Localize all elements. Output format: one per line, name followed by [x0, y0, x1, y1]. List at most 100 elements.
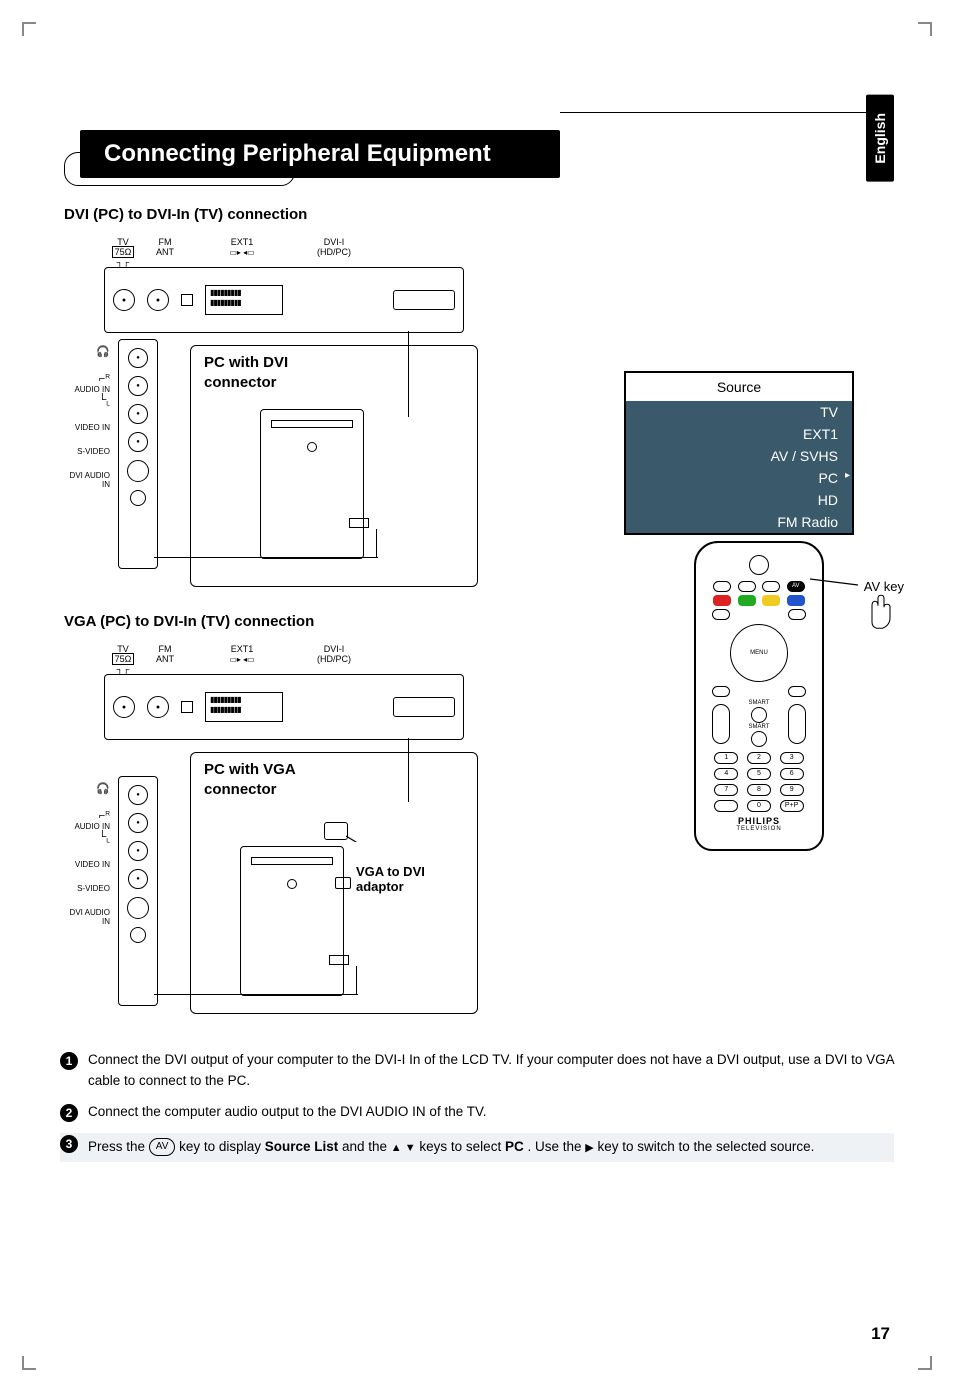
num-1: 1: [714, 752, 738, 764]
adaptor-label: VGA to DVI adaptor: [356, 864, 456, 894]
osd-item-avsvhs: AV / SVHS: [626, 445, 852, 467]
antenna-icon-2: ┐┌: [117, 664, 130, 674]
num-8: 8: [747, 784, 771, 796]
headphone-icon: 🎧: [62, 345, 110, 358]
headphone-icon-2: 🎧: [62, 782, 110, 795]
headphone-jack-icon-2: [128, 785, 148, 805]
dvii-label: DVI-I (HD/PC): [304, 237, 364, 267]
remote-mid-row: [710, 609, 808, 620]
pc-box-1-label: PC with DVI connector: [204, 353, 354, 392]
red-button: [713, 595, 731, 606]
right-arrow-icon: ▶: [585, 1142, 593, 1154]
remote-subbrand: TELEVISION: [704, 826, 814, 832]
dvi-audio-label-2: DVI AUDIO IN: [62, 908, 110, 926]
step-3-text: Press the AV key to display Source List …: [88, 1139, 814, 1154]
adaptor-callout-line: [346, 832, 416, 842]
num-0: 0: [747, 800, 771, 812]
step-number-3: 3: [60, 1135, 78, 1153]
misc-port-icon-2: [181, 701, 193, 713]
coax-port-icon: [113, 289, 135, 311]
diagram-1: TV 75Ω ┐┌ FM ANT EXT1 ▭▸ ◂▭ DVI-I (HD/PC…: [60, 231, 480, 599]
svideo-jack-icon: [127, 460, 149, 482]
misc-port-icon: [181, 294, 193, 306]
num-extra1: [714, 800, 738, 812]
pc-audio-out-icon-2: [329, 955, 349, 965]
s3d: keys to select: [419, 1139, 505, 1154]
num-6: 6: [780, 768, 804, 780]
osd-title: Source: [626, 373, 852, 401]
fm-port-icon: [147, 289, 169, 311]
yellow-button: [762, 595, 780, 606]
pc-drive-icon: [271, 420, 353, 428]
callout-line: [810, 569, 870, 589]
video-jack-icon: [128, 432, 148, 452]
scart-port-icon: [205, 285, 283, 315]
video-in-label: VIDEO IN: [62, 423, 110, 432]
step-3: 3 Press the AV key to display Source Lis…: [60, 1133, 894, 1162]
video-jack-icon-2: [128, 869, 148, 889]
tv-back-panel-2: [104, 674, 464, 740]
up-down-arrow-icon: ▲ ▼: [391, 1142, 416, 1154]
pc-vga-out-icon: [335, 877, 351, 889]
s3e: . Use the: [527, 1139, 585, 1154]
step-1-text: Connect the DVI output of your computer …: [88, 1052, 894, 1088]
smart-btn-icon: [751, 707, 767, 723]
numeric-keypad: 1 2 3 4 5 6 7 8 9 0 P+P: [712, 752, 806, 812]
remote-brand: PHILIPS: [704, 816, 814, 826]
num-pp: P+P: [780, 800, 804, 812]
remote-btn-ml: [712, 686, 730, 697]
ext1-label: EXT1 ▭▸ ◂▭: [190, 237, 294, 267]
dvi-port-icon: [393, 290, 455, 310]
svideo-label-2: S-VIDEO: [62, 884, 110, 893]
manual-page: English Connecting Peripheral Equipment …: [0, 0, 954, 1392]
osd-item-ext1: EXT1: [626, 423, 852, 445]
page-title: Connecting Peripheral Equipment: [80, 130, 560, 178]
dvi-port-icon-2: [393, 697, 455, 717]
av-button: AV: [787, 581, 805, 592]
dvi-audio-label: DVI AUDIO IN: [62, 471, 110, 489]
osd-item-pc: PC: [626, 467, 852, 489]
fm-label: FM ANT: [150, 237, 180, 267]
content-row-1: TV 75Ω ┐┌ FM ANT EXT1 ▭▸ ◂▭ DVI-I (HD/PC…: [60, 231, 894, 599]
source-osd: Source TV EXT1 AV / SVHS PC HD FM Radio: [624, 371, 854, 535]
osd-item-hd: HD: [626, 489, 852, 511]
remote-btn-r: [788, 609, 806, 620]
dvi-audio-jack-icon-2: [130, 927, 146, 943]
ext1-text: EXT1: [231, 237, 254, 247]
pc-bold: PC: [505, 1139, 524, 1154]
audio-r-jack-icon-2: [128, 813, 148, 833]
audio-r-jack-icon: [128, 376, 148, 396]
crop-mark: [918, 22, 932, 36]
osd-item-tv: TV: [626, 401, 852, 423]
tv-side-panel: [118, 339, 158, 569]
step-2-text: Connect the computer audio output to the…: [88, 1104, 486, 1119]
remote-btn-2: [738, 581, 756, 592]
pc-power-icon: [307, 442, 317, 452]
audio-cable-line: [154, 557, 378, 558]
vga-dvi-adaptor-icon: [324, 822, 348, 840]
svideo-label: S-VIDEO: [62, 447, 110, 456]
pc-box-2-label: PC with VGA connector: [204, 760, 324, 799]
hand-pointer-icon: [866, 591, 896, 631]
smart-btn-icon-2: [751, 731, 767, 747]
crop-mark: [918, 1356, 932, 1370]
dvi-audio-jack-icon: [130, 490, 146, 506]
coax-port-icon-2: [113, 696, 135, 718]
tv-side-panel-2: [118, 776, 158, 1006]
fm-label-2: FM ANT: [150, 644, 180, 674]
power-button-icon: [749, 555, 769, 575]
fm-port-icon-2: [147, 696, 169, 718]
diagram-2: TV 75Ω ┐┌ FM ANT EXT1 ▭▸ ◂▭ DVI-I (HD/PC…: [60, 638, 480, 1026]
tv-back-panel: [104, 267, 464, 333]
tv-port-labels: TV 75Ω ┐┌ FM ANT EXT1 ▭▸ ◂▭ DVI-I (HD/PC…: [106, 237, 480, 267]
headphone-jack-icon: [128, 348, 148, 368]
smart-label-2: SMART: [749, 724, 770, 730]
smart-label: SMART: [749, 700, 770, 706]
pc-tower-icon: [260, 409, 364, 559]
num-4: 4: [714, 768, 738, 780]
remote-control: AV: [694, 541, 824, 851]
remote-btn-mr: [788, 686, 806, 697]
audio-l-jack-icon: [128, 404, 148, 424]
scart-icon: ▭▸ ◂▭: [229, 248, 254, 257]
num-2: 2: [747, 752, 771, 764]
